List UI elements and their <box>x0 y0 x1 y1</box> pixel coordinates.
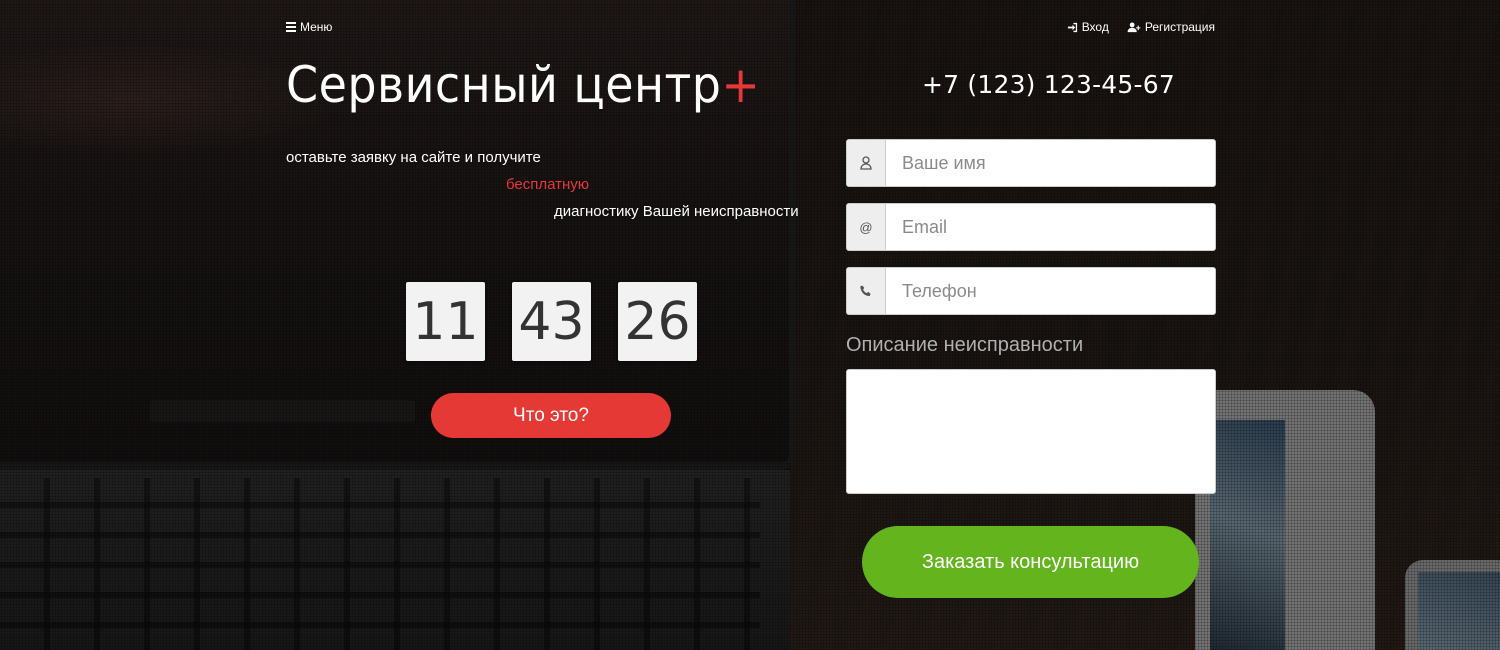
user-icon <box>860 156 872 170</box>
tagline-line-1: оставьте заявку на сайте и получите <box>286 149 541 166</box>
tagline-line-3: диагностику Вашей неисправности <box>554 203 799 220</box>
countdown-timer: 11 43 26 <box>406 282 697 361</box>
phone-input[interactable] <box>886 268 1215 314</box>
user-plus-icon <box>1127 22 1141 32</box>
register-link[interactable]: Регистрация <box>1127 20 1215 34</box>
description-label: Описание неисправности <box>846 334 1084 356</box>
login-link[interactable]: Вход <box>1067 20 1109 34</box>
tagline-highlight: бесплатную <box>506 176 590 193</box>
phone-addon <box>847 268 886 314</box>
menu-button[interactable]: Меню <box>286 20 332 34</box>
menu-label: Меню <box>300 20 333 34</box>
at-sign-icon: @ <box>847 204 886 250</box>
timer-seconds: 26 <box>618 282 697 361</box>
phone-field <box>846 267 1216 315</box>
tagline: оставьте заявку на сайте и получите бесп… <box>286 144 799 225</box>
email-field: @ <box>846 203 1216 251</box>
auth-links: Вход Регистрация <box>1067 20 1215 34</box>
register-label: Регистрация <box>1144 20 1215 34</box>
description-textarea[interactable] <box>846 369 1216 494</box>
what-is-this-button[interactable]: Что это? <box>431 393 671 438</box>
contact-phone: +7 (123) 123-45-67 <box>922 70 1175 99</box>
order-consultation-button[interactable]: Заказать консультацию <box>862 526 1199 598</box>
name-addon <box>847 140 886 186</box>
hamburger-icon <box>286 22 296 32</box>
phone-icon <box>860 285 871 297</box>
logo-text: Сервисный центр <box>286 56 722 114</box>
timer-minutes: 43 <box>512 282 591 361</box>
name-field <box>846 139 1216 187</box>
email-input[interactable] <box>886 204 1215 250</box>
sign-in-icon <box>1067 22 1077 32</box>
name-input[interactable] <box>886 140 1215 186</box>
login-label: Вход <box>1081 20 1109 34</box>
timer-hours: 11 <box>406 282 485 361</box>
site-logo: Сервисный центр+ <box>286 56 760 114</box>
logo-plus: + <box>721 56 761 114</box>
